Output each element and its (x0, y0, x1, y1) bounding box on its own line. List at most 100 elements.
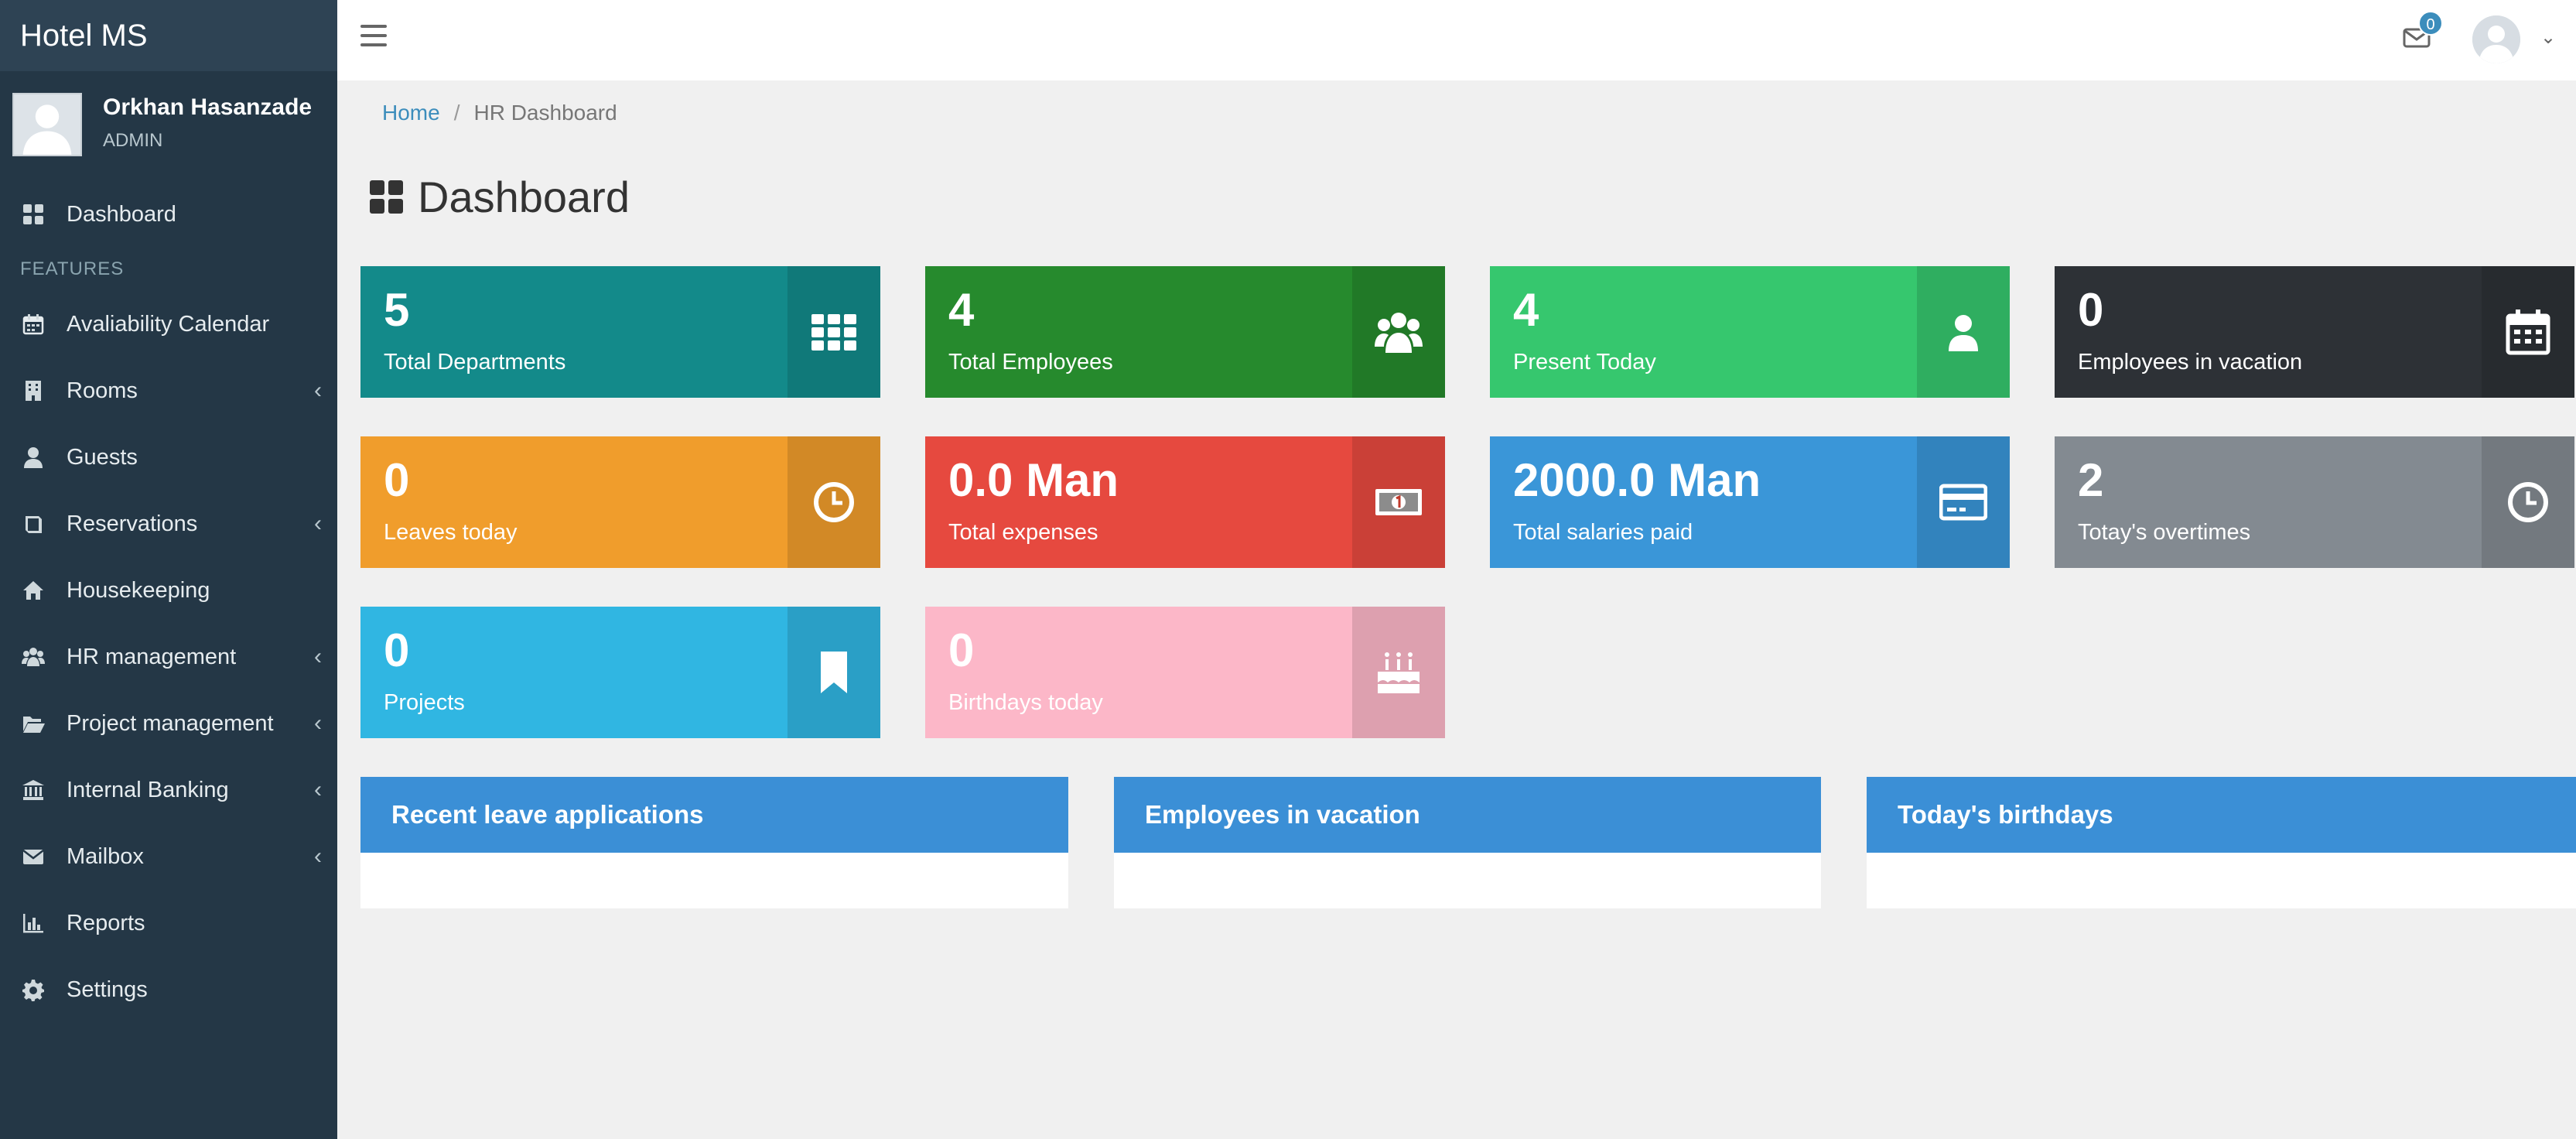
page-title: Dashboard (368, 172, 630, 222)
users-icon (1352, 266, 1445, 398)
stat-tile-totay-s-overtimes[interactable]: 2 Totay's overtimes (2055, 436, 2574, 568)
sidebar-item-housekeeping[interactable]: Housekeeping (0, 557, 337, 624)
stat-tile-total-salaries-paid[interactable]: 2000.0 Man Total salaries paid (1490, 436, 2010, 568)
sidebar-item-label: Housekeeping (67, 577, 210, 603)
chevron-left-icon: ‹ (314, 777, 322, 802)
panel-today-s-birthdays: Today's birthdays (1867, 777, 2576, 908)
clock-icon (2482, 436, 2574, 568)
folder-open-icon (0, 712, 67, 735)
top-navbar: 0 ⌄ (337, 0, 2576, 80)
breadcrumb-current: HR Dashboard (473, 101, 617, 125)
stat-label: Totay's overtimes (2078, 520, 2251, 545)
menu-section-header: FEATURES (20, 258, 125, 279)
sidebar-item-reports[interactable]: Reports (0, 890, 337, 956)
user-icon (0, 446, 67, 469)
stat-tile-birthdays-today[interactable]: 0 Birthdays today (925, 607, 1445, 738)
stat-tile-present-today[interactable]: 4 Present Today (1490, 266, 2010, 398)
bookmark-icon (787, 607, 880, 738)
chevron-left-icon: ‹ (314, 644, 322, 669)
stat-tile-total-departments[interactable]: 5 Total Departments (360, 266, 880, 398)
app-brand[interactable]: Hotel MS (0, 0, 337, 71)
stat-tile-employees-in-vacation[interactable]: 0 Employees in vacation (2055, 266, 2574, 398)
panel-title: Recent leave applications (360, 777, 1068, 853)
sidebar-item-settings[interactable]: Settings (0, 956, 337, 1023)
dashboard-icon (0, 203, 67, 226)
envelope-icon (0, 845, 67, 868)
sidebar-item-label: HR management (67, 644, 237, 669)
sidebar-item-guests[interactable]: Guests (0, 424, 337, 491)
user-role: ADMIN (103, 130, 163, 151)
panel-title: Employees in vacation (1114, 777, 1821, 853)
sidebar-item-label: Internal Banking (67, 777, 229, 802)
stat-label: Total Employees (948, 350, 1113, 375)
stat-value: 2 (2078, 454, 2104, 506)
stat-tile-total-employees[interactable]: 4 Total Employees (925, 266, 1445, 398)
stat-label: Birthdays today (948, 690, 1103, 715)
sidebar-item-label: Guests (67, 444, 138, 470)
sidebar-item-mailbox[interactable]: Mailbox ‹ (0, 823, 337, 890)
stat-tile-total-expenses[interactable]: 0.0 Man Total expenses (925, 436, 1445, 568)
sidebar-item-reservations[interactable]: Reservations ‹ (0, 491, 337, 557)
chevron-left-icon: ‹ (314, 710, 322, 736)
stat-value: 0 (948, 624, 975, 676)
credit-card-icon (1917, 436, 2010, 568)
user-name: Orkhan Hasanzade (103, 94, 313, 120)
stat-label: Projects (384, 690, 465, 715)
stat-value: 2000.0 Man (1513, 454, 1761, 506)
users-icon (0, 645, 67, 669)
calendar-icon (0, 313, 67, 336)
mail-count-badge: 0 (2418, 11, 2443, 36)
sidebar-item-label: Avaliability Calendar (67, 311, 270, 337)
stat-value: 4 (948, 284, 975, 336)
stat-label: Leaves today (384, 520, 518, 545)
sidebar-item-avaliability-calendar[interactable]: Avaliability Calendar (0, 291, 337, 357)
chevron-left-icon: ‹ (314, 378, 322, 403)
stat-label: Present Today (1513, 350, 1656, 375)
stat-label: Total Departments (384, 350, 566, 375)
stat-value: 0 (2078, 284, 2104, 336)
bank-icon (0, 778, 67, 802)
bar-chart-icon (0, 912, 67, 935)
sidebar-item-label: Rooms (67, 378, 138, 403)
sidebar-menu: Dashboard FEATURES Avaliability Calendar… (0, 181, 337, 1023)
sidebar-item-label: Settings (67, 977, 148, 1002)
gear-icon (0, 978, 67, 1001)
book-icon (0, 512, 67, 535)
home-icon (0, 579, 67, 602)
panel-employees-in-vacation: Employees in vacation (1114, 777, 1821, 908)
stat-value: 5 (384, 284, 410, 336)
stat-tile-projects[interactable]: 0 Projects (360, 607, 880, 738)
stat-value: 0.0 Man (948, 454, 1119, 506)
breadcrumb-home-link[interactable]: Home (382, 101, 440, 125)
breadcrumb: Home / HR Dashboard (382, 101, 617, 125)
sidebar-item-label: Reports (67, 910, 145, 935)
stat-value: 0 (384, 624, 410, 676)
stat-label: Total expenses (948, 520, 1098, 545)
panel-recent-leave-applications: Recent leave applications (360, 777, 1068, 908)
sidebar-toggle-icon[interactable] (360, 25, 387, 48)
calendar-icon (2482, 266, 2574, 398)
sidebar-item-dashboard[interactable]: Dashboard (0, 181, 337, 248)
sidebar-item-rooms[interactable]: Rooms ‹ (0, 357, 337, 424)
user-icon (1917, 266, 2010, 398)
sidebar-item-label: Mailbox (67, 843, 144, 869)
stat-label: Employees in vacation (2078, 350, 2303, 375)
sidebar-item-label: Reservations (67, 511, 198, 536)
sidebar-item-label: Project management (67, 710, 274, 736)
stat-tile-leaves-today[interactable]: 0 Leaves today (360, 436, 880, 568)
sidebar-item-label: Dashboard (67, 201, 176, 227)
stat-value: 4 (1513, 284, 1539, 336)
building-icon (0, 379, 67, 402)
stat-label: Total salaries paid (1513, 520, 1693, 545)
chevron-left-icon: ‹ (314, 511, 322, 536)
money-icon (1352, 436, 1445, 568)
chevron-down-icon[interactable]: ⌄ (2540, 26, 2556, 49)
user-panel: Orkhan Hasanzade ADMIN (0, 71, 337, 156)
user-menu-avatar[interactable] (2472, 15, 2520, 63)
sidebar-item-internal-banking[interactable]: Internal Banking ‹ (0, 757, 337, 823)
birthday-cake-icon (1352, 607, 1445, 738)
sidebar-item-hr-management[interactable]: HR management ‹ (0, 624, 337, 690)
page-title-text: Dashboard (418, 173, 630, 221)
sidebar-item-project-management[interactable]: Project management ‹ (0, 690, 337, 757)
dashboard-icon (370, 180, 403, 214)
